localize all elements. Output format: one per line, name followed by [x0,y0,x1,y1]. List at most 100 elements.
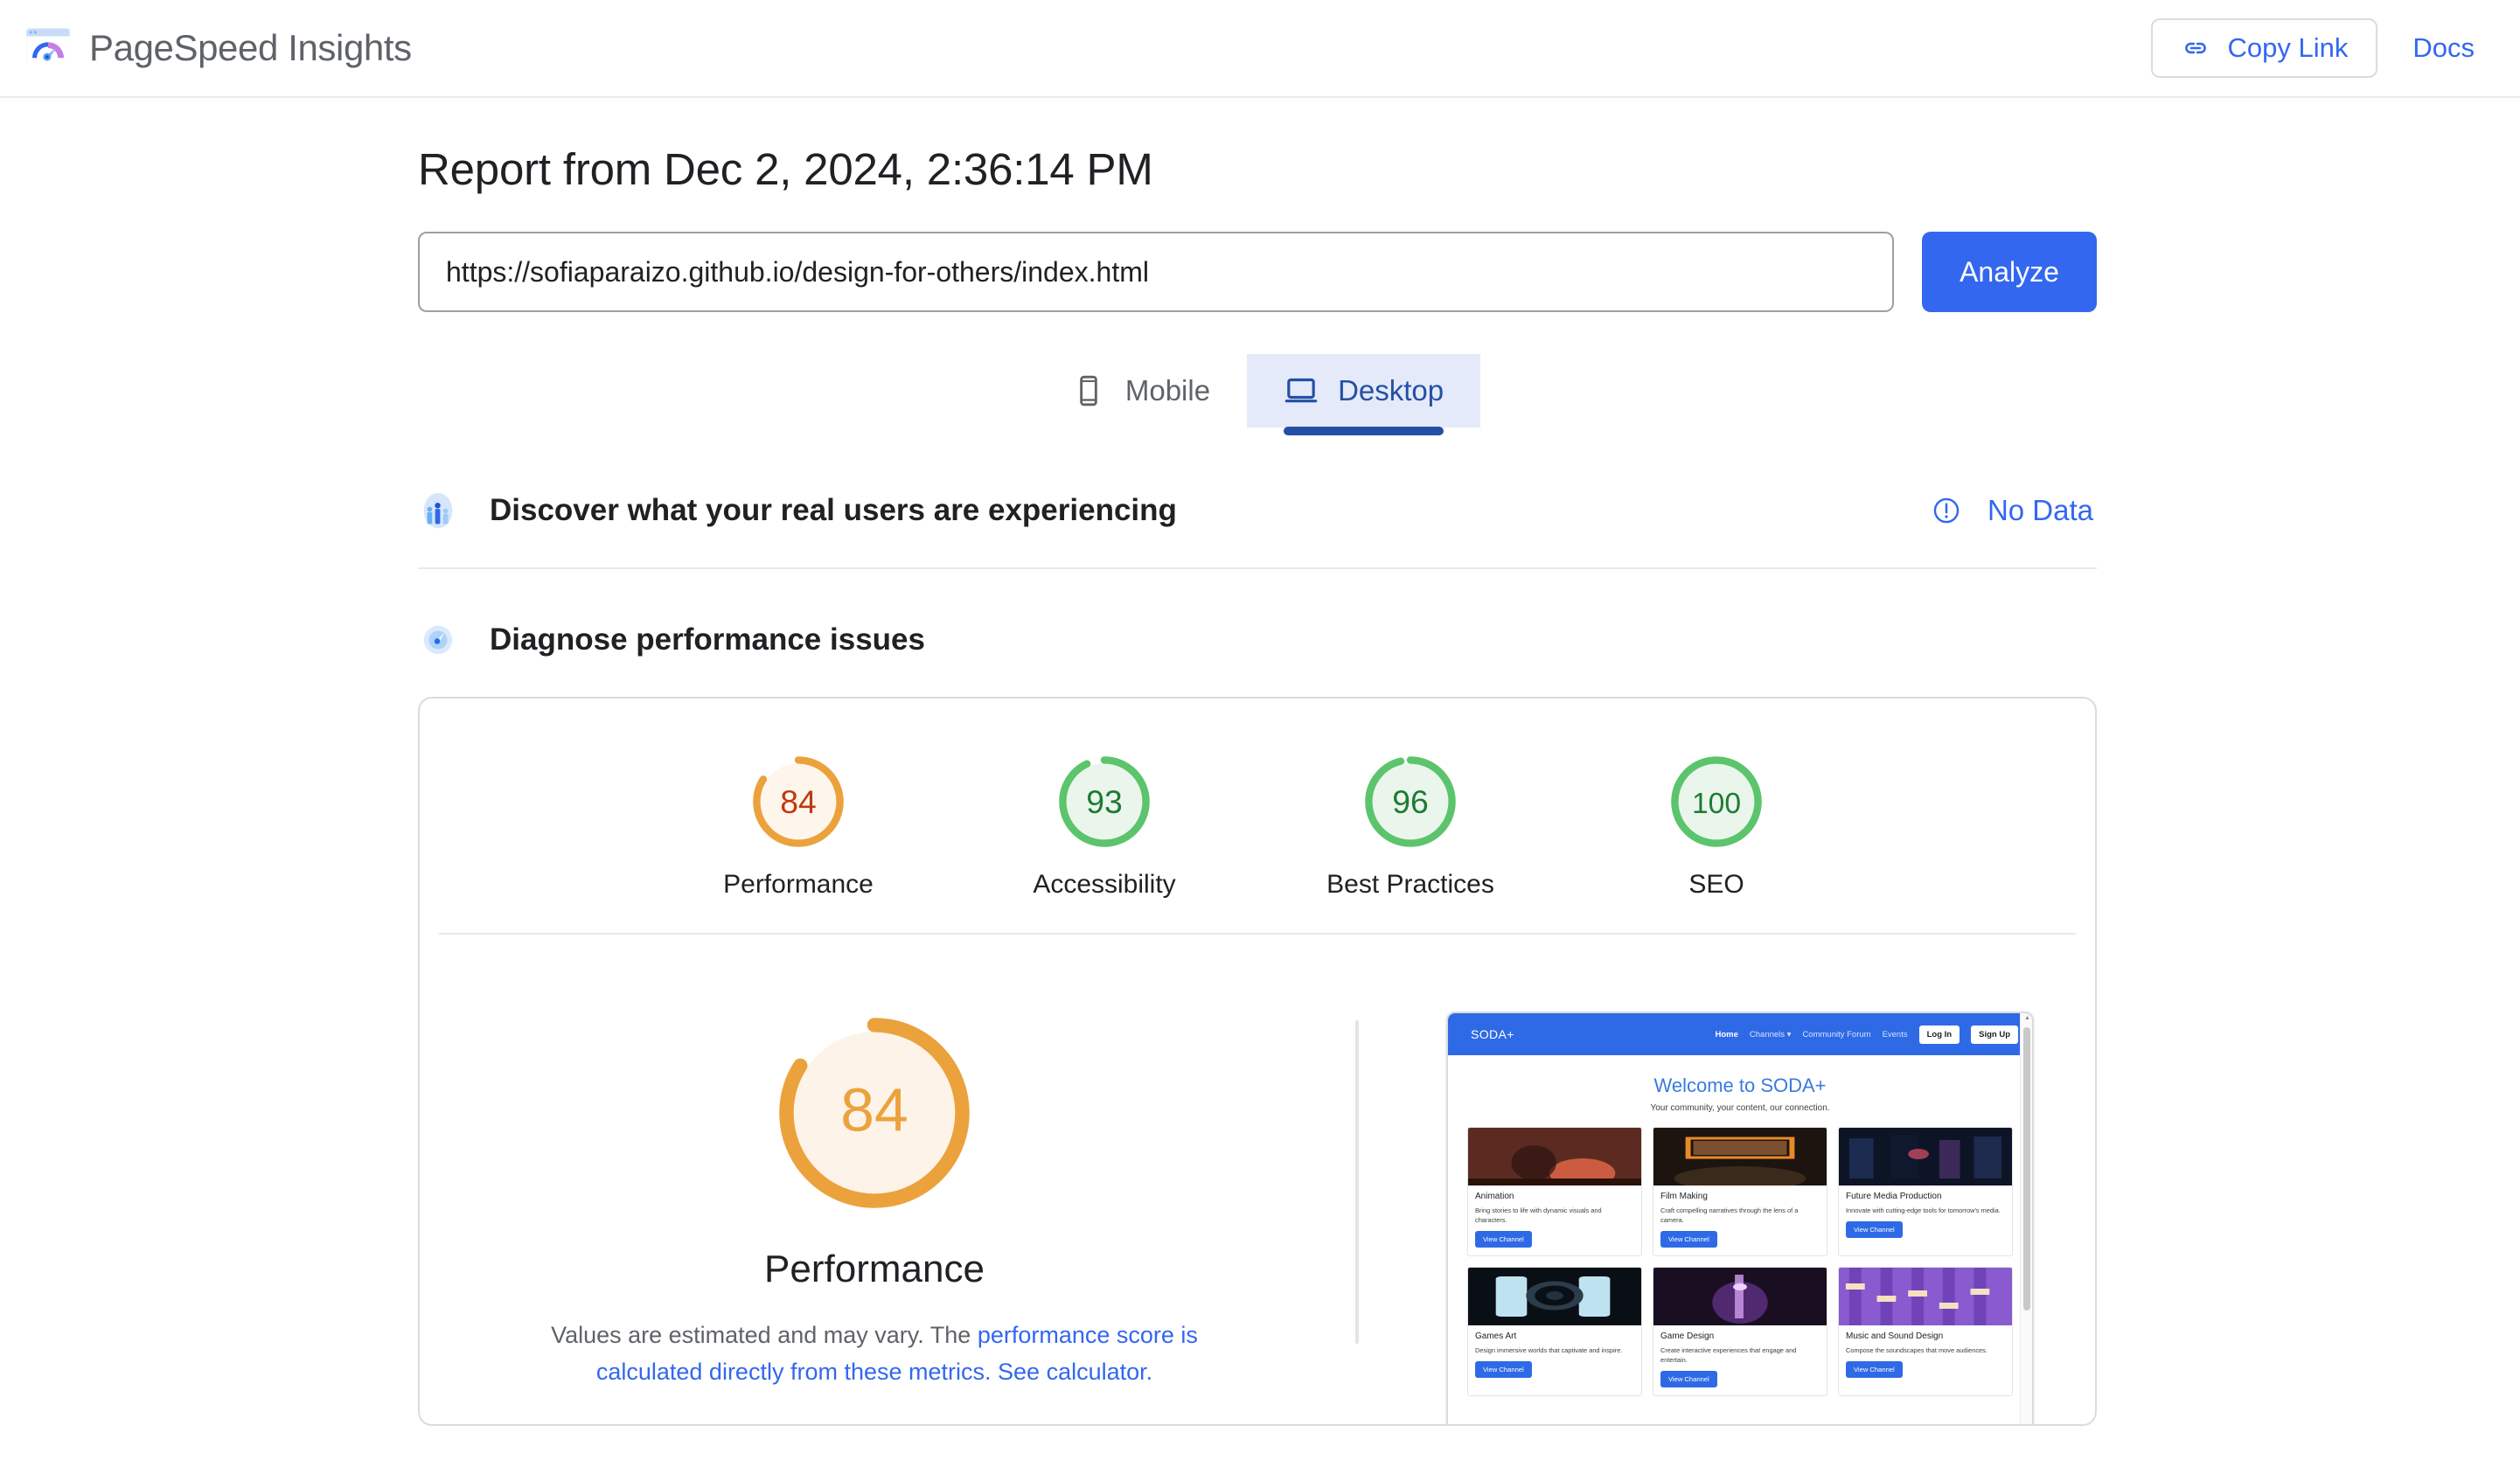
score-best-practices[interactable]: 96 Best Practices [1310,753,1511,900]
thumb-card-desc: Bring stories to life with dynamic visua… [1475,1206,1602,1225]
analyze-button[interactable]: Analyze [1922,232,2097,312]
copy-link-label: Copy Link [2227,32,2349,63]
copy-link-button[interactable]: Copy Link [2150,18,2378,78]
page-screenshot-thumbnail[interactable]: SODA+ Home Channels ▾ Community Forum Ev… [1446,1012,2034,1424]
score-seo-label: SEO [1688,870,1744,899]
pagespeed-gauge-logo [26,28,70,68]
gauge-seo: 100 [1671,756,1762,847]
thumb-signup-button: Sign Up [1971,1025,2018,1044]
score-best-practices-label: Best Practices [1326,870,1494,899]
thumb-nav-community-forum: Community Forum [1802,1029,1871,1039]
score-performance[interactable]: 84 Performance [698,753,899,900]
scrollbar-thumb[interactable] [2023,1027,2030,1311]
gauge-performance: 84 [753,756,844,847]
thumb-card-title: Music and Sound Design [1846,1331,1944,1342]
thumb-nav-home: Home [1715,1029,1738,1039]
performance-heading: Performance [764,1248,985,1290]
performance-summary: 84 Performance Values are estimated and … [420,935,2095,1424]
no-data-status[interactable]: No Data [1932,494,2097,527]
thumbnail-scrollbar[interactable]: ▲ ▼ [2020,1013,2032,1424]
thumb-site-menu: Home Channels ▾ Community Forum Events L… [1715,1025,2018,1044]
score-accessibility[interactable]: 93 Accessibility [1004,753,1205,900]
thumb-card-button: View Channel [1475,1361,1532,1379]
tab-desktop[interactable]: Desktop [1247,354,1481,435]
thumb-card-desc: Craft compelling narratives through the … [1660,1206,1799,1225]
thumb-card-title: Future Media Production [1846,1192,1942,1201]
card-image-future-media [1839,1128,2012,1185]
card-image-film-making [1653,1128,1827,1185]
lab-data-section-header: Diagnose performance issues [418,620,2097,660]
tab-desktop-label: Desktop [1338,374,1444,407]
lab-data-title: Diagnose performance issues [490,622,925,657]
score-performance-value: 84 [780,783,817,820]
gauge-accessibility: 93 [1059,756,1150,847]
thumb-card: Games Art Design immersive worlds that c… [1467,1267,1642,1397]
thumb-card-button: View Channel [1475,1231,1532,1248]
card-image-games-art [1468,1268,1641,1326]
brand[interactable]: PageSpeed Insights [24,24,412,72]
card-image-game-design [1653,1268,1827,1326]
thumb-site-brand: SODA+ [1471,1027,1514,1041]
diagnose-gauge-icon [423,625,453,655]
score-best-practices-value: 96 [1392,783,1429,820]
section-divider [418,567,2097,569]
page-content: Report from Dec 2, 2024, 2:36:14 PM Anal… [0,98,2520,1426]
tab-mobile[interactable]: Mobile [1034,354,1247,428]
device-tabs: Mobile Desktop [418,354,2097,435]
thumb-card: Music and Sound Design Compose the sound… [1838,1267,2013,1397]
tab-mobile-label: Mobile [1124,374,1211,407]
category-scores: 84 Performance 93 Accessibility 96 Best [420,699,2095,933]
error-info-icon [1933,497,1960,524]
url-analyze-row: Analyze [418,232,2520,312]
thumb-card: Animation Bring stories to life with dyn… [1467,1127,1642,1257]
field-data-section-header: Discover what your real users are experi… [418,490,2097,531]
top-app-bar: PageSpeed Insights Copy Link Docs [0,0,2520,98]
thumb-card: Future Media Production Innovate with cu… [1838,1127,2013,1257]
page-title: Report from Dec 2, 2024, 2:36:14 PM [418,144,1153,194]
phone-icon [1080,375,1097,407]
thumb-card-title: Film Making [1660,1192,1708,1201]
card-image-music-sound [1839,1268,2012,1326]
thumb-site-nav: SODA+ Home Channels ▾ Community Forum Ev… [1448,1013,2032,1055]
field-data-title: Discover what your real users are experi… [490,493,1177,527]
thumb-card-desc: Design immersive worlds that captivate a… [1475,1346,1623,1355]
gauge-best-practices: 96 [1365,756,1456,847]
score-accessibility-label: Accessibility [1033,870,1176,899]
app-title: PageSpeed Insights [89,27,412,68]
scrollbar-up-arrow[interactable]: ▲ [2024,1015,2030,1021]
lighthouse-results-card: 84 Performance 93 Accessibility 96 Best [418,697,2097,1426]
thumb-hero-subtitle: Your community, your content, our connec… [1650,1103,1830,1113]
score-performance-label: Performance [723,870,874,899]
thumb-nav-events: Events [1882,1029,1908,1039]
thumb-card-desc: Compose the soundscapes that move audien… [1846,1346,1987,1355]
real-users-icon [423,492,453,529]
thumb-card-title: Animation [1475,1192,1514,1201]
thumb-card: Game Design Create interactive experienc… [1653,1267,1827,1397]
thumb-card-title: Games Art [1475,1331,1517,1342]
thumb-nav-channels: Channels ▾ [1749,1029,1792,1039]
card-image-animation [1468,1128,1641,1185]
performance-gauge-block: 84 Performance Values are estimated and … [481,1012,1268,1391]
laptop-icon [1284,378,1318,403]
see-calculator-link[interactable]: See calculator. [998,1359,1152,1385]
thumb-card-button: View Channel [1846,1361,1903,1379]
thumb-card-button: View Channel [1660,1231,1717,1248]
thumb-card-title: Game Design [1660,1331,1715,1342]
performance-note-prefix: Values are estimated and may vary. The [551,1322,978,1348]
gauge-performance-large: 84 [779,1018,970,1208]
score-seo-value: 100 [1692,788,1741,820]
score-seo[interactable]: 100 SEO [1616,753,1817,900]
thumbnail-content: SODA+ Home Channels ▾ Community Forum Ev… [1448,1013,2032,1424]
thumb-card-button: View Channel [1660,1371,1717,1388]
tab-active-indicator [1284,427,1444,435]
top-bar-actions: Copy Link Docs [2150,18,2481,78]
thumb-cards-grid: Animation Bring stories to life with dyn… [1448,1122,2032,1397]
thumb-login-button: Log In [1918,1025,1960,1044]
thumb-hero: Welcome to SODA+ Your community, your co… [1448,1055,2032,1122]
link-icon [2184,42,2206,54]
url-input[interactable] [418,232,1894,312]
docs-link[interactable]: Docs [2412,32,2480,64]
performance-score-value: 84 [840,1075,908,1144]
thumb-hero-title: Welcome to SODA+ [1653,1074,1827,1096]
performance-note: Values are estimated and may vary. The p… [516,1318,1233,1391]
